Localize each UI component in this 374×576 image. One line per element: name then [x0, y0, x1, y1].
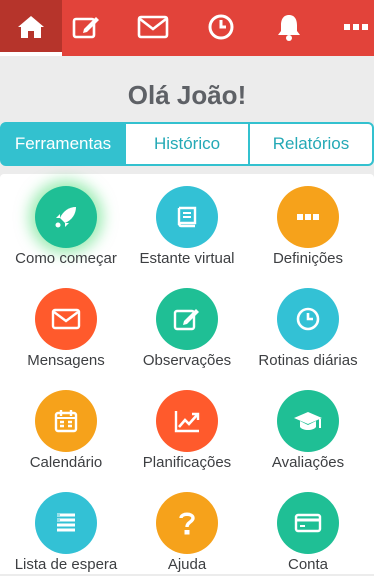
tile-label: Definições	[272, 250, 344, 267]
tile-avaliacoes[interactable]: Avaliações	[246, 378, 370, 474]
tile-estante-virtual[interactable]: Estante virtual	[125, 174, 249, 270]
tile-label: Estante virtual	[139, 250, 235, 267]
tile-label: Calendário	[29, 454, 103, 471]
bell-icon[interactable]	[273, 12, 305, 42]
tile-lista-de-espera[interactable]: Lista de espera	[4, 480, 128, 576]
tile-como-comecar[interactable]: Como começar	[4, 174, 128, 270]
question-icon	[156, 492, 218, 554]
tools-panel: Como começar Estante virtual Definições …	[0, 174, 374, 574]
edit-icon[interactable]	[70, 12, 102, 42]
edit-icon	[156, 288, 218, 350]
tile-rotinas-diarias[interactable]: Rotinas diárias	[246, 276, 370, 372]
section-tabs: Ferramentas Histórico Relatórios	[0, 122, 374, 166]
tile-label: Rotinas diárias	[258, 352, 358, 369]
tile-label: Ajuda	[167, 556, 207, 573]
book-icon	[156, 186, 218, 248]
tile-planificacoes[interactable]: Planificações	[125, 378, 249, 474]
clock-icon	[277, 288, 339, 350]
tile-label: Conta	[287, 556, 329, 573]
more-icon[interactable]	[340, 12, 372, 42]
tab-relatorios[interactable]: Relatórios	[250, 122, 374, 166]
rocket-icon	[35, 186, 97, 248]
clock-icon[interactable]	[205, 12, 237, 42]
chart-icon	[156, 390, 218, 452]
tab-ferramentas[interactable]: Ferramentas	[0, 122, 126, 166]
tile-mensagens[interactable]: Mensagens	[4, 276, 128, 372]
top-nav-bar	[0, 0, 374, 56]
calendar-icon	[35, 390, 97, 452]
tile-calendario[interactable]: Calendário	[4, 378, 128, 474]
credit-card-icon	[277, 492, 339, 554]
tile-label: Como começar	[15, 250, 117, 267]
tab-historico[interactable]: Histórico	[126, 122, 250, 166]
list-icon	[35, 492, 97, 554]
graduation-cap-icon	[277, 390, 339, 452]
tile-label: Avaliações	[271, 454, 345, 471]
tile-ajuda[interactable]: Ajuda	[125, 480, 249, 576]
tile-label: Lista de espera	[14, 556, 118, 573]
mail-icon	[35, 288, 97, 350]
home-icon[interactable]	[15, 12, 47, 42]
tile-label: Observações	[142, 352, 232, 369]
tile-label: Planificações	[142, 454, 232, 471]
tile-observacoes[interactable]: Observações	[125, 276, 249, 372]
tile-conta[interactable]: Conta	[246, 480, 370, 576]
tile-label: Mensagens	[27, 352, 105, 369]
mail-icon[interactable]	[137, 12, 169, 42]
greeting-title: Olá João!	[127, 80, 247, 110]
more-icon	[277, 186, 339, 248]
tile-definicoes[interactable]: Definições	[246, 174, 370, 270]
